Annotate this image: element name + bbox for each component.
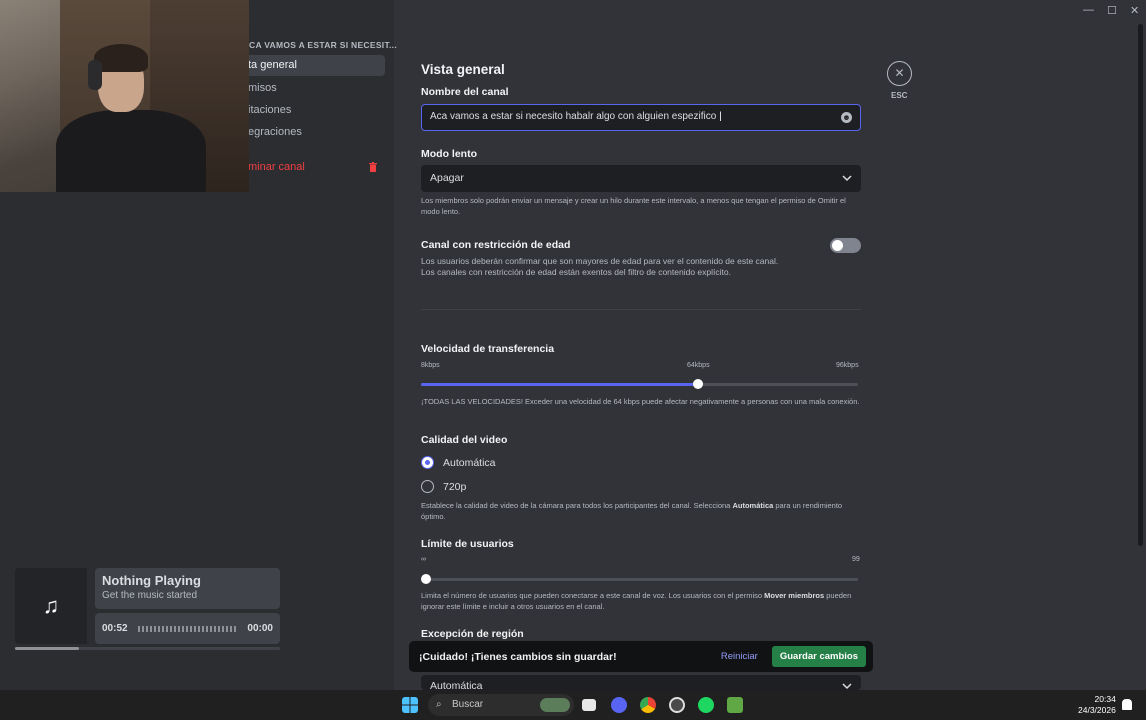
region-select[interactable]: Automática bbox=[421, 675, 861, 690]
user-limit-label: Límite de usuarios bbox=[421, 538, 514, 550]
taskbar: ⌕ Buscar 20:34 24/3/2026 bbox=[0, 690, 1146, 720]
radio-selected-icon bbox=[421, 456, 434, 469]
music-title: Nothing Playing bbox=[102, 573, 201, 588]
sidebar-item-integrations[interactable]: egraciones bbox=[244, 122, 385, 143]
user-limit-help: Limita el número de usuarios que pueden … bbox=[421, 591, 852, 611]
minecraft-icon[interactable] bbox=[727, 697, 743, 713]
age-restricted-toggle[interactable] bbox=[830, 238, 861, 253]
video-option-auto[interactable]: Automática bbox=[421, 456, 496, 469]
unsaved-message: ¡Cuidado! ¡Tienes cambios sin guardar! bbox=[419, 650, 617, 663]
region-value: Automática bbox=[430, 680, 483, 690]
chevron-down-icon bbox=[842, 683, 852, 690]
age-help-2: Los canales con restricción de edad está… bbox=[421, 267, 731, 277]
clock-time: 20:34 bbox=[1094, 694, 1116, 704]
music-remaining: 00:00 bbox=[247, 623, 273, 634]
divider bbox=[421, 309, 861, 310]
region-override-label: Excepción de región bbox=[421, 628, 524, 640]
video-option-720p-label: 720p bbox=[443, 480, 467, 493]
bitrate-tick-mid: 64kbps bbox=[687, 362, 710, 369]
music-widget: ♫ Nothing Playing Get the music started … bbox=[15, 568, 280, 644]
music-progress-bar[interactable] bbox=[15, 647, 280, 650]
music-note-icon: ♫ bbox=[15, 568, 87, 644]
clock-date: 24/3/2026 bbox=[1078, 705, 1116, 715]
delete-channel-label: minar canal bbox=[248, 161, 305, 173]
task-view-icon[interactable] bbox=[582, 699, 596, 711]
spotify-icon[interactable] bbox=[698, 697, 714, 713]
discord-icon[interactable] bbox=[611, 697, 627, 713]
chrome-icon[interactable] bbox=[640, 697, 656, 713]
bitrate-slider-knob[interactable] bbox=[693, 379, 703, 389]
slowmode-help: Los miembros solo podrán enviar un mensa… bbox=[421, 196, 846, 216]
sidebar-item-invites[interactable]: itaciones bbox=[244, 100, 385, 121]
close-icon[interactable]: ✕ bbox=[887, 61, 912, 86]
sidebar-item-permissions[interactable]: misos bbox=[244, 78, 385, 99]
bitrate-tick-min: 8kbps bbox=[421, 362, 440, 369]
close-window-icon[interactable]: ✕ bbox=[1130, 4, 1139, 17]
page-title: Vista general bbox=[421, 62, 505, 77]
unsaved-changes-bar: ¡Cuidado! ¡Tienes cambios sin guardar! R… bbox=[409, 641, 873, 672]
music-waveform[interactable] bbox=[137, 625, 238, 632]
music-subtitle: Get the music started bbox=[102, 590, 198, 601]
video-option-auto-label: Automática bbox=[443, 456, 496, 469]
webcam-overlay bbox=[0, 0, 249, 192]
limit-tick-min: ∞ bbox=[421, 556, 426, 563]
video-option-720p[interactable]: 720p bbox=[421, 480, 466, 493]
channel-name-label: Nombre del canal bbox=[421, 86, 509, 98]
video-help: Establece la calidad de video de la cáma… bbox=[421, 501, 843, 521]
sidebar-channel-header: CA VAMOS A ESTAR SI NECESIT... bbox=[249, 40, 398, 50]
esc-label: ESC bbox=[891, 91, 908, 100]
toggle-knob bbox=[832, 240, 843, 251]
reset-button[interactable]: Reiniciar bbox=[721, 651, 758, 662]
taskbar-search-label: Buscar bbox=[452, 699, 484, 710]
chevron-down-icon bbox=[842, 175, 852, 182]
scrollbar[interactable] bbox=[1138, 24, 1143, 546]
windows-start-icon[interactable] bbox=[402, 697, 418, 713]
bitrate-tick-max: 96kbps bbox=[836, 362, 859, 369]
emoji-icon[interactable]: ☻ bbox=[841, 112, 852, 123]
age-restricted-label: Canal con restricción de edad bbox=[421, 239, 571, 251]
minimize-icon[interactable]: — bbox=[1083, 4, 1094, 16]
trash-icon bbox=[369, 162, 377, 172]
radio-unselected-icon bbox=[421, 480, 434, 493]
user-limit-slider-knob[interactable] bbox=[421, 574, 431, 584]
bitrate-help: ¡TODAS LAS VELOCIDADES! Exceder una velo… bbox=[421, 397, 860, 406]
music-elapsed: 00:52 bbox=[102, 623, 128, 634]
channel-name-input[interactable]: Aca vamos a estar si necesito habalr alg… bbox=[421, 104, 861, 131]
slowmode-select[interactable]: Apagar bbox=[421, 165, 861, 192]
maximize-icon[interactable]: ☐ bbox=[1107, 4, 1117, 17]
video-quality-label: Calidad del video bbox=[421, 434, 508, 446]
bitrate-label: Velocidad de transferencia bbox=[421, 343, 555, 355]
user-limit-slider[interactable] bbox=[421, 574, 858, 584]
sidebar-item-overview[interactable]: ta general bbox=[244, 55, 385, 76]
search-icon: ⌕ bbox=[436, 699, 442, 710]
slowmode-value: Apagar bbox=[430, 172, 464, 184]
bitrate-slider[interactable] bbox=[421, 379, 858, 389]
notification-bell-icon[interactable] bbox=[1122, 699, 1132, 710]
obs-icon[interactable] bbox=[669, 697, 685, 713]
sidebar-item-delete-channel[interactable]: minar canal bbox=[244, 157, 385, 178]
limit-tick-max: 99 bbox=[852, 556, 860, 563]
slowmode-label: Modo lento bbox=[421, 148, 477, 160]
save-changes-button[interactable]: Guardar cambios bbox=[771, 646, 866, 667]
search-highlight-icon bbox=[540, 698, 570, 712]
taskbar-search[interactable]: ⌕ Buscar bbox=[428, 694, 574, 716]
music-progress-fill bbox=[15, 647, 79, 650]
channel-name-value: Aca vamos a estar si necesito habalr alg… bbox=[430, 111, 717, 122]
taskbar-clock[interactable]: 20:34 24/3/2026 bbox=[1078, 694, 1116, 716]
